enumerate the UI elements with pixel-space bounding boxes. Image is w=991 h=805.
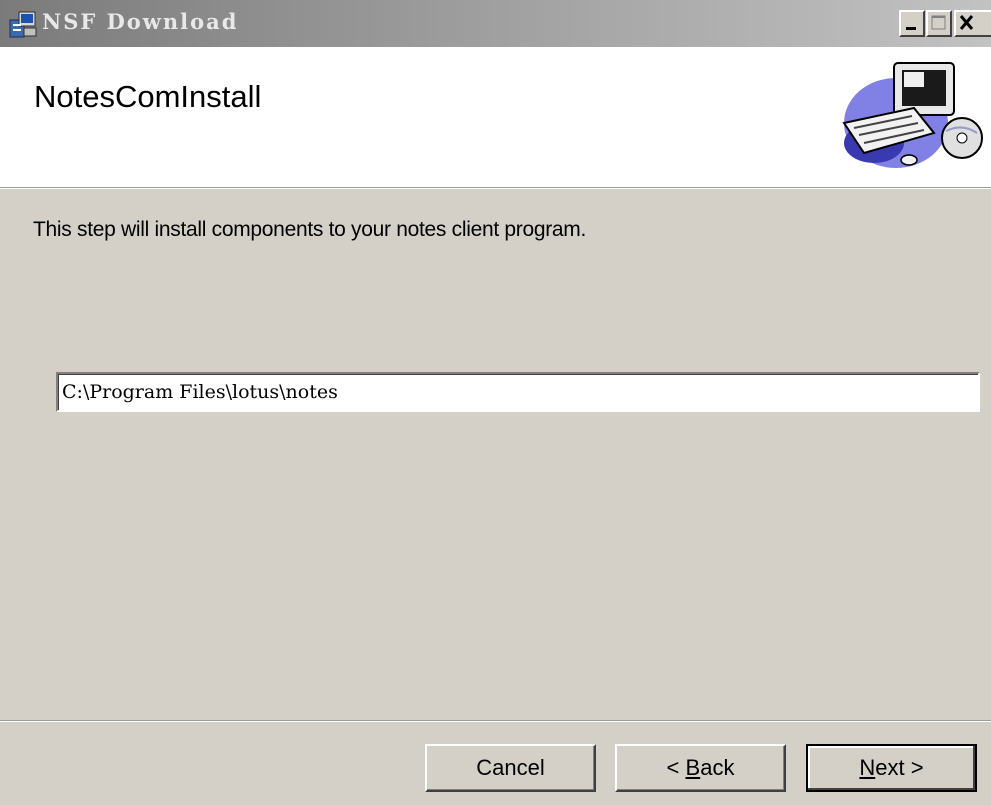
close-button[interactable]: [954, 10, 991, 37]
header-banner: NotesComInstall: [0, 47, 991, 188]
back-button-label: < Back: [666, 755, 735, 780]
minimize-icon: [906, 27, 916, 30]
cancel-button-label: Cancel: [476, 755, 545, 780]
computer-illustration-icon: [842, 62, 983, 168]
close-icon: [959, 15, 974, 30]
page-title: NotesComInstall: [34, 79, 262, 114]
next-button-label: Next >: [859, 755, 924, 780]
header-separator: [0, 188, 991, 189]
install-path-field[interactable]: C:\Program Files\lotus\notes: [56, 372, 980, 412]
title-bar[interactable]: NSF Download: [0, 0, 991, 47]
back-button[interactable]: < Back: [615, 744, 786, 792]
maximize-button[interactable]: [926, 10, 952, 37]
window-title: NSF Download: [42, 9, 239, 34]
step-description: This step will install components to you…: [33, 218, 587, 241]
cancel-button[interactable]: Cancel: [425, 744, 596, 792]
installer-icon: [9, 11, 37, 38]
maximize-icon: [931, 15, 946, 30]
next-button[interactable]: Next >: [806, 744, 977, 792]
minimize-button[interactable]: [899, 10, 925, 37]
